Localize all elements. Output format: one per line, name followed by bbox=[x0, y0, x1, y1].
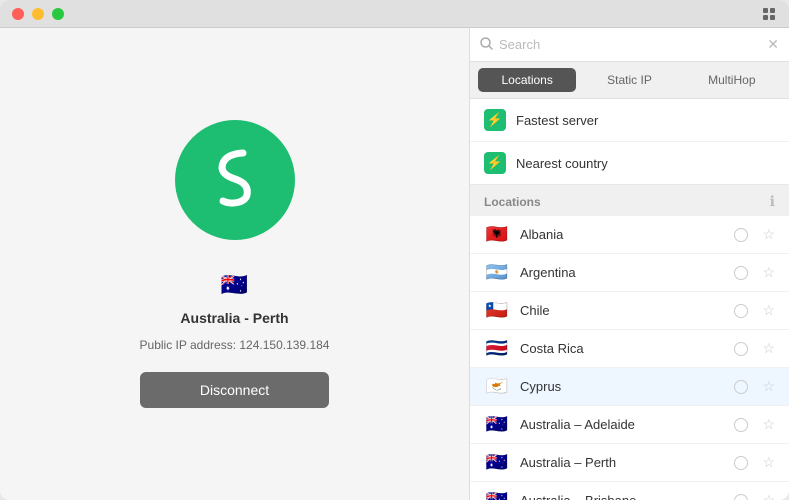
app-window: 🇦🇺 Australia - Perth Public IP address: … bbox=[0, 0, 789, 500]
flag-australia-perth: 🇦🇺 bbox=[484, 453, 510, 472]
locations-section-header: Locations ℹ bbox=[470, 185, 789, 216]
location-australia-brisbane[interactable]: 🇦🇺 Australia – Brisbane ☆ bbox=[470, 482, 789, 500]
country-name-chile: Chile bbox=[520, 303, 724, 318]
country-name-costa-rica: Costa Rica bbox=[520, 341, 724, 356]
minimize-button[interactable] bbox=[32, 8, 44, 20]
star-australia-adelaide[interactable]: ☆ bbox=[762, 416, 775, 433]
fastest-server-item[interactable]: ⚡ Fastest server bbox=[470, 99, 789, 142]
close-button[interactable] bbox=[12, 8, 24, 20]
nearest-country-item[interactable]: ⚡ Nearest country bbox=[470, 142, 789, 184]
connection-location: Australia - Perth bbox=[180, 310, 288, 326]
country-name-australia-brisbane: Australia – Brisbane bbox=[520, 493, 724, 500]
location-argentina[interactable]: 🇦🇷 Argentina ☆ bbox=[470, 254, 789, 292]
star-albania[interactable]: ☆ bbox=[762, 226, 775, 243]
connection-info: 🇦🇺 bbox=[221, 272, 248, 298]
logo-letter bbox=[205, 139, 265, 222]
country-name-cyprus: Cyprus bbox=[520, 379, 724, 394]
bolt-icon-fastest: ⚡ bbox=[484, 109, 506, 131]
location-albania[interactable]: 🇦🇱 Albania ☆ bbox=[470, 216, 789, 254]
radio-chile[interactable] bbox=[734, 304, 748, 318]
location-chile[interactable]: 🇨🇱 Chile ☆ bbox=[470, 292, 789, 330]
tab-static-ip[interactable]: Static IP bbox=[580, 68, 678, 92]
location-australia-perth[interactable]: 🇦🇺 Australia – Perth ☆ bbox=[470, 444, 789, 482]
radio-australia-brisbane[interactable] bbox=[734, 494, 748, 500]
flag-argentina: 🇦🇷 bbox=[484, 263, 510, 282]
section-label: Locations bbox=[484, 195, 541, 209]
radio-albania[interactable] bbox=[734, 228, 748, 242]
star-australia-perth[interactable]: ☆ bbox=[762, 454, 775, 471]
fastest-server-label: Fastest server bbox=[516, 113, 598, 128]
clear-search-icon[interactable]: ✕ bbox=[767, 36, 779, 53]
connection-ip: Public IP address: 124.150.139.184 bbox=[140, 338, 330, 352]
main-content: 🇦🇺 Australia - Perth Public IP address: … bbox=[0, 28, 789, 500]
country-name-albania: Albania bbox=[520, 227, 724, 242]
flag-costa-rica: 🇨🇷 bbox=[484, 339, 510, 358]
connection-flag-emoji: 🇦🇺 bbox=[221, 272, 248, 298]
info-icon[interactable]: ℹ bbox=[770, 193, 775, 210]
search-icon bbox=[480, 37, 493, 53]
left-panel: 🇦🇺 Australia - Perth Public IP address: … bbox=[0, 28, 469, 500]
window-icon bbox=[761, 6, 777, 22]
flag-chile: 🇨🇱 bbox=[484, 301, 510, 320]
star-cyprus[interactable]: ☆ bbox=[762, 378, 775, 395]
flag-cyprus: 🇨🇾 bbox=[484, 377, 510, 396]
titlebar bbox=[0, 0, 789, 28]
locations-list: 🇦🇱 Albania ☆ 🇦🇷 Argentina ☆ 🇨🇱 Chile ☆ bbox=[470, 216, 789, 500]
radio-costa-rica[interactable] bbox=[734, 342, 748, 356]
logo-circle bbox=[175, 120, 295, 240]
search-input[interactable] bbox=[499, 37, 761, 52]
quick-actions: ⚡ Fastest server ⚡ Nearest country bbox=[470, 99, 789, 185]
star-australia-brisbane[interactable]: ☆ bbox=[762, 492, 775, 500]
star-costa-rica[interactable]: ☆ bbox=[762, 340, 775, 357]
radio-australia-adelaide[interactable] bbox=[734, 418, 748, 432]
bolt-icon-nearest: ⚡ bbox=[484, 152, 506, 174]
tabs-bar: Locations Static IP MultiHop bbox=[470, 62, 789, 99]
right-panel: ✕ Locations Static IP MultiHop ⚡ Fastest… bbox=[469, 28, 789, 500]
disconnect-button[interactable]: Disconnect bbox=[140, 372, 329, 408]
tab-locations[interactable]: Locations bbox=[478, 68, 576, 92]
flag-australia-adelaide: 🇦🇺 bbox=[484, 415, 510, 434]
country-name-argentina: Argentina bbox=[520, 265, 724, 280]
tab-multihop[interactable]: MultiHop bbox=[683, 68, 781, 92]
country-name-australia-adelaide: Australia – Adelaide bbox=[520, 417, 724, 432]
nearest-country-label: Nearest country bbox=[516, 156, 608, 171]
location-cyprus[interactable]: 🇨🇾 Cyprus ☆ bbox=[470, 368, 789, 406]
star-argentina[interactable]: ☆ bbox=[762, 264, 775, 281]
flag-australia-brisbane: 🇦🇺 bbox=[484, 491, 510, 500]
radio-cyprus[interactable] bbox=[734, 380, 748, 394]
radio-australia-perth[interactable] bbox=[734, 456, 748, 470]
radio-argentina[interactable] bbox=[734, 266, 748, 280]
maximize-button[interactable] bbox=[52, 8, 64, 20]
location-costa-rica[interactable]: 🇨🇷 Costa Rica ☆ bbox=[470, 330, 789, 368]
flag-albania: 🇦🇱 bbox=[484, 225, 510, 244]
location-australia-adelaide[interactable]: 🇦🇺 Australia – Adelaide ☆ bbox=[470, 406, 789, 444]
star-chile[interactable]: ☆ bbox=[762, 302, 775, 319]
country-name-australia-perth: Australia – Perth bbox=[520, 455, 724, 470]
search-bar: ✕ bbox=[470, 28, 789, 62]
